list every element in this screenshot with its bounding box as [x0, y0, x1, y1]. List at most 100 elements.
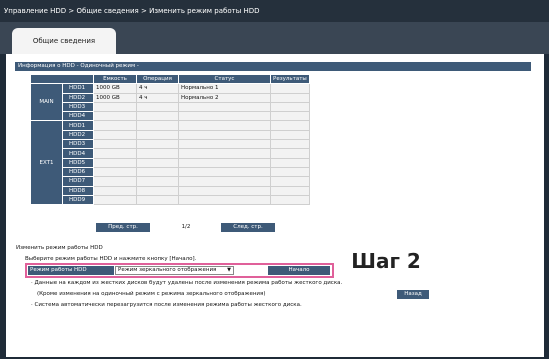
column-header: Емкость [93, 73, 137, 85]
operation-cell: 4 ч [136, 83, 179, 94]
note-exception: (Кроме изменения на одиночный режим с ре… [37, 291, 266, 297]
group-label: MAIN [30, 83, 63, 122]
operation-cell [136, 157, 179, 168]
back-button[interactable]: Назад [397, 290, 429, 299]
operation-cell [136, 176, 179, 187]
note-reboot: · Система автоматически перезагрузится п… [31, 302, 302, 308]
result-cell [270, 139, 310, 150]
result-cell [270, 157, 310, 168]
top-bar: Управление HDD > Общие сведения > Измени… [0, 0, 549, 22]
table-row: HDD3 [31, 139, 310, 150]
table-row: HDD7 [31, 176, 310, 187]
status-cell [178, 101, 271, 113]
capacity-cell [93, 157, 137, 168]
hdd-name: HDD3 [62, 139, 94, 150]
capacity-cell [93, 185, 137, 196]
table-row: HDD9 [31, 194, 310, 206]
operation-cell [136, 148, 179, 159]
mode-label: Режим работы HDD [28, 266, 114, 275]
capacity-cell [93, 129, 137, 141]
note-data-deletion: · Данные на каждом из жестких дисков буд… [31, 280, 343, 286]
column-header: Статус [178, 73, 271, 85]
operation-cell [136, 166, 179, 178]
table-header-row: Емкость Операция Статус Результаты [30, 73, 310, 85]
operation-cell: 4 ч [136, 92, 179, 103]
capacity-cell [93, 166, 137, 178]
mode-section-title: Изменить режим работы HDD [16, 245, 103, 251]
breadcrumb: Управление HDD > Общие сведения > Измени… [4, 7, 260, 15]
table-row: HDD6 [31, 166, 310, 178]
capacity-cell: 1000 GB [93, 92, 137, 103]
operation-cell [136, 111, 179, 122]
status-cell [178, 185, 271, 196]
mode-select[interactable]: Режим зеркального отображения ▼ [115, 266, 234, 275]
operation-cell [136, 194, 179, 206]
hdd-name: HDD1 [62, 83, 94, 94]
table-row: EXT1 HDD1 [30, 120, 310, 206]
hdd-name: HDD8 [62, 185, 94, 196]
status-cell: Нормально 2 [178, 92, 271, 103]
result-cell [270, 185, 310, 196]
result-cell [270, 148, 310, 159]
table-header-blank [30, 73, 94, 85]
table-row: HDD2 1000 GB 4 ч Нормально 2 [31, 92, 310, 103]
prev-page-button[interactable]: Пред. стр. [96, 223, 150, 232]
table-row: HDD5 [31, 157, 310, 168]
table-row: HDD4 [31, 148, 310, 159]
table-row: HDD2 [31, 129, 310, 141]
result-cell [270, 194, 310, 206]
mode-select-value: Режим зеркального отображения [118, 267, 217, 273]
result-cell [270, 166, 310, 178]
operation-cell [136, 129, 179, 141]
result-cell [270, 83, 310, 94]
result-cell [270, 92, 310, 103]
status-cell [178, 120, 271, 131]
table-row: HDD8 [31, 185, 310, 196]
page-indicator: 1/2 [181, 224, 191, 230]
capacity-cell [93, 111, 137, 122]
result-cell [270, 129, 310, 141]
capacity-cell [93, 120, 137, 131]
step-label: Шаг 2 [342, 243, 430, 280]
status-cell [178, 166, 271, 178]
mode-hint: Выберите режим работы HDD и нажмите кноп… [25, 256, 197, 262]
start-button[interactable]: Начало [268, 266, 330, 275]
capacity-cell: 1000 GB [93, 83, 137, 94]
group-label: EXT1 [30, 120, 63, 206]
operation-cell [136, 139, 179, 150]
status-cell [178, 129, 271, 141]
hdd-info-header: Информация о HDD - Одиночный режим - [15, 62, 531, 71]
result-cell [270, 101, 310, 113]
status-cell [178, 194, 271, 206]
hdd-name: HDD9 [62, 194, 94, 206]
result-cell [270, 120, 310, 131]
capacity-cell [93, 176, 137, 187]
table-row: HDD4 [31, 111, 310, 122]
operation-cell [136, 101, 179, 113]
hdd-name: HDD2 [62, 129, 94, 141]
next-page-button[interactable]: След. стр. [221, 223, 275, 232]
result-cell [270, 176, 310, 187]
result-cell [270, 111, 310, 122]
hdd-name: HDD2 [62, 92, 94, 103]
hdd-table: Емкость Операция Статус Результаты MAIN HDD1 1… [30, 73, 310, 206]
operation-cell [136, 120, 179, 131]
capacity-cell [93, 101, 137, 113]
hdd-name: HDD3 [62, 101, 94, 113]
capacity-cell [93, 139, 137, 150]
status-cell: Нормально 1 [178, 83, 271, 94]
hdd-name: HDD1 [62, 120, 94, 131]
tab-general-info[interactable]: Общие сведения [12, 28, 116, 55]
chevron-down-icon: ▼ [227, 267, 231, 273]
hdd-name: HDD4 [62, 111, 94, 122]
table-row: MAIN HDD1 1000 GB 4 ч Нормально 1 [30, 83, 310, 122]
capacity-cell [93, 148, 137, 159]
capacity-cell [93, 194, 137, 206]
hdd-name: HDD4 [62, 148, 94, 159]
column-header: Результаты [270, 73, 310, 85]
hdd-name: HDD6 [62, 166, 94, 178]
column-header: Операция [136, 73, 179, 85]
status-cell [178, 157, 271, 168]
status-cell [178, 176, 271, 187]
operation-cell [136, 185, 179, 196]
